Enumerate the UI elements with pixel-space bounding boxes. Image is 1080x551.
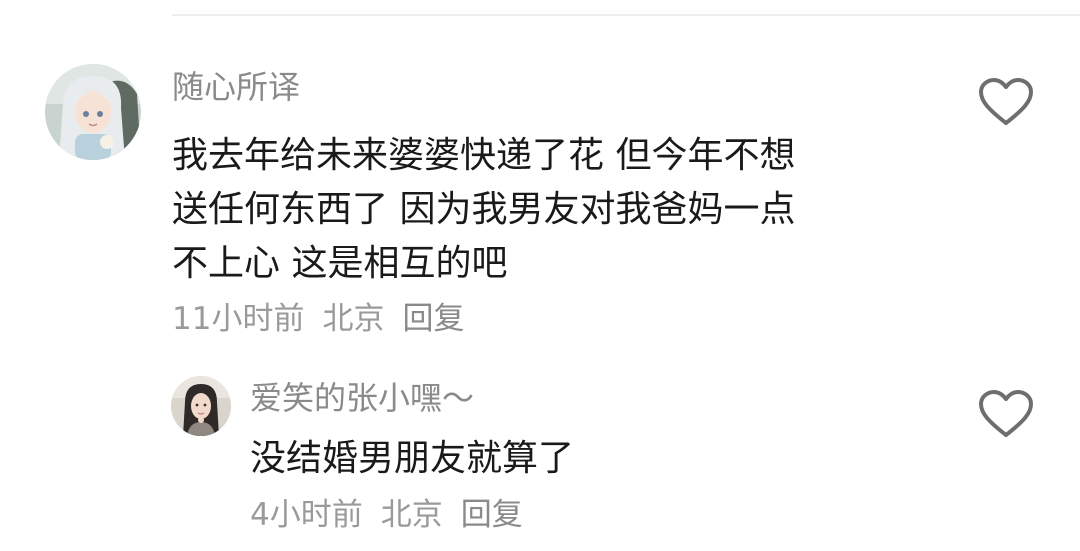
reply-like-button[interactable] (978, 389, 1034, 439)
comment-text: 我去年给未来婆婆快递了花 但今年不想 送任何东西了 因为我男友对我爸妈一点 不上… (172, 129, 795, 291)
comment-line: 我去年给未来婆婆快递了花 但今年不想 (172, 135, 796, 176)
reply-location: 北京 (380, 497, 443, 533)
comment-meta: 11小时前 北京 回复 (172, 299, 464, 339)
commenter-avatar[interactable] (45, 64, 141, 160)
like-button[interactable] (978, 77, 1034, 127)
reply-text: 没结婚男朋友就算了 (250, 438, 575, 479)
replier-avatar[interactable] (171, 376, 231, 436)
comment-line: 不上心 这是相互的吧 (172, 243, 508, 284)
top-divider (172, 14, 1080, 16)
reply-meta: 4小时前 北京 回复 (250, 495, 523, 535)
reply-time: 4小时前 (250, 497, 363, 533)
replier-username[interactable]: 爱笑的张小嘿～ (250, 378, 474, 418)
comment-time: 11小时前 (172, 301, 305, 337)
anime-girl-avatar-image (45, 64, 141, 160)
commenter-username[interactable]: 随心所译 (172, 67, 300, 107)
comment-line: 送任何东西了 因为我男友对我爸妈一点 (172, 189, 796, 230)
heart-outline-icon (979, 390, 1033, 437)
reply-button[interactable]: 回复 (402, 301, 464, 337)
heart-outline-icon (979, 78, 1033, 125)
reply-to-reply-button[interactable]: 回复 (461, 497, 523, 533)
comment-location: 北京 (322, 301, 385, 337)
user-photo-avatar-image (171, 376, 231, 436)
